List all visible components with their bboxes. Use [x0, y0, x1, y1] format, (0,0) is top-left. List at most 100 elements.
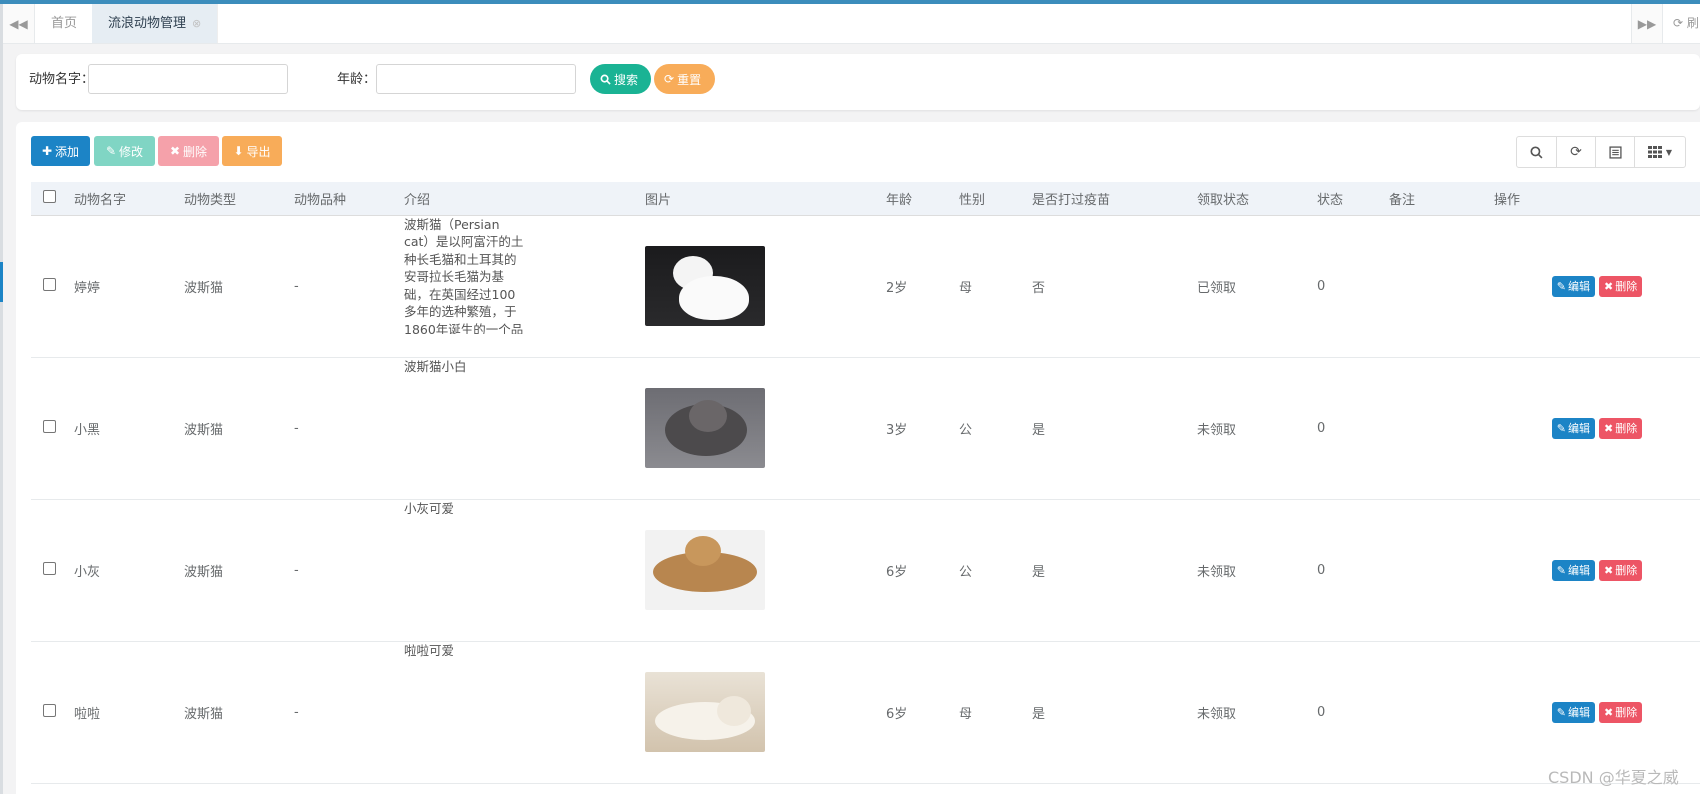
cream-persian-cat-photo[interactable]	[645, 672, 765, 752]
row-checkbox-cell[interactable]	[31, 499, 64, 642]
export-button-label: 导出	[246, 144, 271, 159]
orange-persian-cat-photo[interactable]	[645, 530, 765, 610]
col-header-status[interactable]: 状态	[1307, 182, 1379, 216]
cell-type: 波斯猫	[174, 215, 284, 358]
refresh-icon: ⟳	[1673, 16, 1684, 30]
table-row[interactable]: 小黑 波斯猫 - 波斯猫小白 3岁 公 是 未领取 0 ✎ 编辑 ✖ 删除	[31, 357, 1700, 500]
tab-scroll-left-icon[interactable]: ◀◀	[3, 4, 35, 43]
col-header-remark[interactable]: 备注	[1379, 182, 1484, 216]
cell-gender: 母	[949, 641, 1022, 784]
search-panel: 动物名字： 年龄： 搜索 ⟳ 重置	[16, 54, 1700, 110]
cell-remark	[1379, 499, 1484, 642]
select-all-checkbox-cell[interactable]	[31, 182, 64, 216]
row-edit-button[interactable]: ✎ 编辑	[1551, 559, 1595, 581]
row-delete-button[interactable]: ✖ 删除	[1599, 559, 1643, 581]
row-delete-button[interactable]: ✖ 删除	[1599, 417, 1643, 439]
col-header-image[interactable]: 图片	[635, 182, 876, 216]
row-checkbox[interactable]	[43, 277, 56, 291]
animal-name-input[interactable]	[88, 64, 288, 94]
col-header-breed[interactable]: 动物品种	[284, 182, 394, 216]
cell-breed: -	[284, 357, 394, 500]
reset-button-label: 重置	[677, 72, 702, 87]
watermark: CSDN @华夏之威	[1548, 768, 1679, 787]
edit-icon: ✎	[1556, 279, 1566, 293]
delete-button[interactable]: ✖ 删除	[158, 136, 219, 166]
cell-gender: 公	[949, 357, 1022, 500]
cell-breed: -	[284, 499, 394, 642]
cell-breed: -	[284, 215, 394, 358]
reset-button[interactable]: ⟳ 重置	[654, 64, 715, 94]
row-edit-button[interactable]: ✎ 编辑	[1551, 417, 1595, 439]
row-checkbox[interactable]	[43, 561, 56, 575]
row-checkbox[interactable]	[43, 419, 56, 433]
white-persian-cat-photo[interactable]	[645, 246, 765, 326]
cell-intro: 波斯猫（Persian cat）是以阿富汗的土种长毛猫和土耳其的安哥拉长毛猫为基…	[394, 215, 635, 358]
search-button[interactable]: 搜索	[590, 64, 651, 94]
col-header-type[interactable]: 动物类型	[174, 182, 284, 216]
table-row[interactable]: 啦啦 波斯猫 - 啦啦可爱 6岁 母 是 未领取 0 ✎ 编辑 ✖ 删除	[31, 641, 1700, 784]
add-button-label: 添加	[55, 144, 80, 159]
table-header-row: 动物名字 动物类型 动物品种 介绍 图片 年龄 性别 是否打过疫苗 领取状态 状…	[31, 182, 1700, 216]
animal-table: 动物名字 动物类型 动物品种 介绍 图片 年龄 性别 是否打过疫苗 领取状态 状…	[31, 182, 1700, 784]
cell-name: 婷婷	[64, 215, 174, 358]
cell-image	[635, 357, 876, 500]
sidebar-active-marker	[0, 262, 3, 302]
cat-head-shape	[685, 536, 721, 566]
col-header-name[interactable]: 动物名字	[64, 182, 174, 216]
tab-home[interactable]: 首页	[35, 4, 95, 43]
col-header-adopt-status[interactable]: 领取状态	[1187, 182, 1307, 216]
refresh-table-button[interactable]: ⟳	[1556, 137, 1595, 167]
tab-scroll-right-icon[interactable]: ▶▶	[1631, 4, 1663, 43]
intro-text: 波斯猫（Persian cat）是以阿富汗的土种长毛猫和土耳其的安哥拉长毛猫为基…	[404, 216, 524, 334]
cell-age: 3岁	[876, 357, 949, 500]
cell-intro: 啦啦可爱	[394, 641, 635, 784]
row-checkbox-cell[interactable]	[31, 641, 64, 784]
row-edit-button[interactable]: ✎ 编辑	[1551, 701, 1595, 723]
select-all-checkbox[interactable]	[43, 189, 56, 203]
cell-age: 2岁	[876, 215, 949, 358]
row-checkbox-cell[interactable]	[31, 215, 64, 358]
caret-down-icon: ▼	[1665, 147, 1673, 157]
intro-text: 波斯猫小白	[404, 358, 467, 374]
cell-adopt-status: 未领取	[1187, 499, 1307, 642]
edit-icon: ✎	[105, 144, 117, 158]
row-checkbox[interactable]	[43, 703, 56, 717]
edit-button[interactable]: ✎ 修改	[94, 136, 155, 166]
col-header-intro[interactable]: 介绍	[394, 182, 635, 216]
tab-label: 流浪动物管理	[108, 16, 187, 31]
col-header-gender[interactable]: 性别	[949, 182, 1022, 216]
export-button[interactable]: ⬇ 导出	[222, 136, 282, 166]
edit-icon: ✎	[1556, 421, 1566, 435]
row-delete-button[interactable]: ✖ 删除	[1599, 701, 1643, 723]
row-edit-label: 编辑	[1568, 280, 1590, 293]
cell-remark	[1379, 215, 1484, 358]
col-header-age[interactable]: 年龄	[876, 182, 949, 216]
cell-adopt-status: 未领取	[1187, 641, 1307, 784]
row-delete-label: 删除	[1615, 706, 1638, 719]
columns-dropdown-button[interactable]: ▼	[1634, 137, 1685, 167]
col-header-actions: 操作	[1484, 182, 1700, 216]
toggle-view-button[interactable]	[1595, 137, 1634, 167]
cell-type: 波斯猫	[174, 641, 284, 784]
cell-adopt-status: 未领取	[1187, 357, 1307, 500]
col-header-vaccinated[interactable]: 是否打过疫苗	[1022, 182, 1187, 216]
cell-name: 啦啦	[64, 641, 174, 784]
toggle-search-button[interactable]	[1517, 137, 1556, 167]
grid-icon	[1647, 146, 1662, 158]
cell-adopt-status: 已领取	[1187, 215, 1307, 358]
close-icon: ✖	[1604, 279, 1614, 293]
left-sidebar-edge	[0, 4, 3, 794]
cell-type: 波斯猫	[174, 357, 284, 500]
row-delete-button[interactable]: ✖ 删除	[1599, 275, 1643, 297]
age-input[interactable]	[376, 64, 576, 94]
table-row[interactable]: 婷婷 波斯猫 - 波斯猫（Persian cat）是以阿富汗的土种长毛猫和土耳其…	[31, 215, 1700, 358]
row-checkbox-cell[interactable]	[31, 357, 64, 500]
grey-persian-cat-photo[interactable]	[645, 388, 765, 468]
row-edit-button[interactable]: ✎ 编辑	[1551, 275, 1595, 297]
add-button[interactable]: ✚ 添加	[31, 136, 90, 166]
refresh-tab-button[interactable]: ⟳ 刷	[1667, 4, 1699, 43]
table-row[interactable]: 小灰 波斯猫 - 小灰可爱 6岁 公 是 未领取 0 ✎ 编辑 ✖ 删除	[31, 499, 1700, 642]
tab-stray-animal-management[interactable]: 流浪动物管理 ⊗	[92, 4, 219, 43]
tab-close-icon[interactable]: ⊗	[192, 4, 201, 43]
cell-actions: ✎ 编辑 ✖ 删除	[1484, 641, 1700, 784]
